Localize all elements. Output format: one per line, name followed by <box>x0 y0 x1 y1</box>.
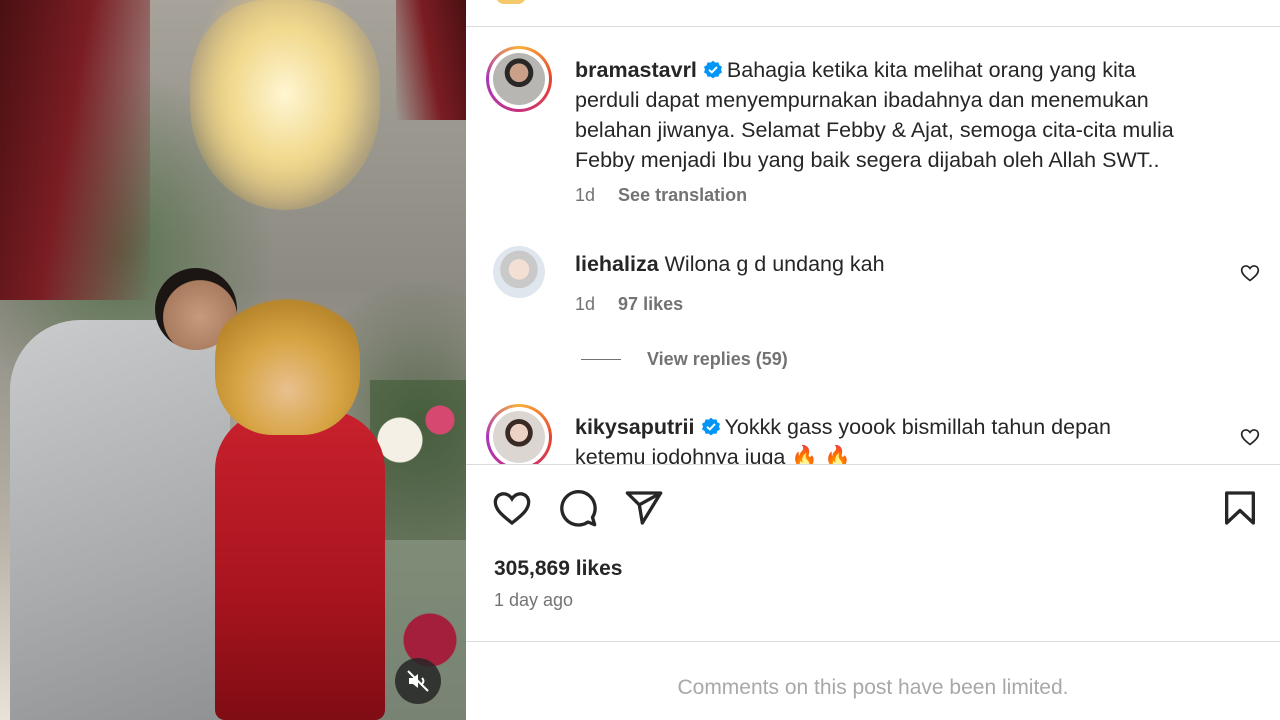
bride-headdress <box>215 285 360 435</box>
action-bar <box>466 484 1280 532</box>
comment-likes[interactable]: 97 likes <box>618 294 683 314</box>
post-time[interactable]: 1 day ago <box>494 590 573 611</box>
see-translation-link[interactable]: See translation <box>618 185 747 205</box>
post-details-panel: bramastavrl Bahagia ketika kita melihat o… <box>466 0 1280 720</box>
likes-count[interactable]: 305,869 likes <box>494 557 622 581</box>
comment-box-divider <box>466 641 1280 642</box>
comment-body-line-1: Yokkk gass yoook bismillah tahun depan <box>724 415 1111 439</box>
comment-like-heart-icon[interactable] <box>1240 263 1260 283</box>
header-avatar-fragment <box>496 0 526 4</box>
comment-meta: 1d 97 likes <box>575 294 701 315</box>
caption-text: bramastavrl Bahagia ketika kita melihat o… <box>575 55 1255 175</box>
replies-line <box>581 359 621 360</box>
caption-username[interactable]: bramastavrl <box>575 58 697 82</box>
caption-line-4: Febby menjadi Ibu yang baik segera dijab… <box>575 148 1160 172</box>
verified-badge-icon <box>701 417 720 436</box>
curtain-right <box>396 0 466 120</box>
mute-button[interactable] <box>395 658 441 704</box>
comment-avatar[interactable] <box>486 404 552 464</box>
send-icon[interactable] <box>624 488 664 528</box>
comment-like-heart-icon[interactable] <box>1240 427 1260 447</box>
groom-figure <box>10 320 230 720</box>
bookmark-icon[interactable] <box>1220 488 1260 528</box>
verified-badge-icon <box>703 60 722 79</box>
view-replies-label: View replies (59) <box>647 349 788 369</box>
view-replies-button[interactable]: View replies (59) <box>581 349 788 370</box>
caption-meta: 1d See translation <box>575 185 765 206</box>
chandelier <box>190 0 380 210</box>
comment-text: liehaliza Wilona g d undang kah <box>575 249 885 279</box>
comments-limited-notice: Comments on this post have been limited. <box>677 676 1069 699</box>
comment-username[interactable]: kikysaputrii <box>575 415 695 439</box>
comment-username[interactable]: liehaliza <box>575 252 659 276</box>
heart-icon[interactable] <box>492 488 532 528</box>
caption-line-1: Bahagia ketika kita melihat orang yang k… <box>726 58 1136 82</box>
caption-line-3: belahan jiwanya. Selamat Febby & Ajat, s… <box>575 118 1174 142</box>
comment-body-line-2: ketemu jodohnya juga 🔥 🔥 <box>575 445 851 464</box>
post-media-video[interactable] <box>0 0 466 720</box>
caption-avatar[interactable] <box>486 46 552 112</box>
caption-time[interactable]: 1d <box>575 185 595 205</box>
comment-avatar[interactable] <box>493 246 545 298</box>
speaker-muted-icon <box>407 670 429 692</box>
curtain-left <box>0 0 150 300</box>
bride-figure <box>215 410 385 720</box>
caption-line-2: perduli dapat menyempurnakan ibadahnya d… <box>575 88 1149 112</box>
comment-body: Wilona g d undang kah <box>664 252 885 276</box>
comment-time[interactable]: 1d <box>575 294 595 314</box>
comments-list[interactable]: bramastavrl Bahagia ketika kita melihat o… <box>466 27 1280 464</box>
actions-divider <box>466 464 1280 465</box>
comment-text: kikysaputrii Yokkk gass yoook bismillah t… <box>575 412 1225 464</box>
comment-icon[interactable] <box>558 488 598 528</box>
